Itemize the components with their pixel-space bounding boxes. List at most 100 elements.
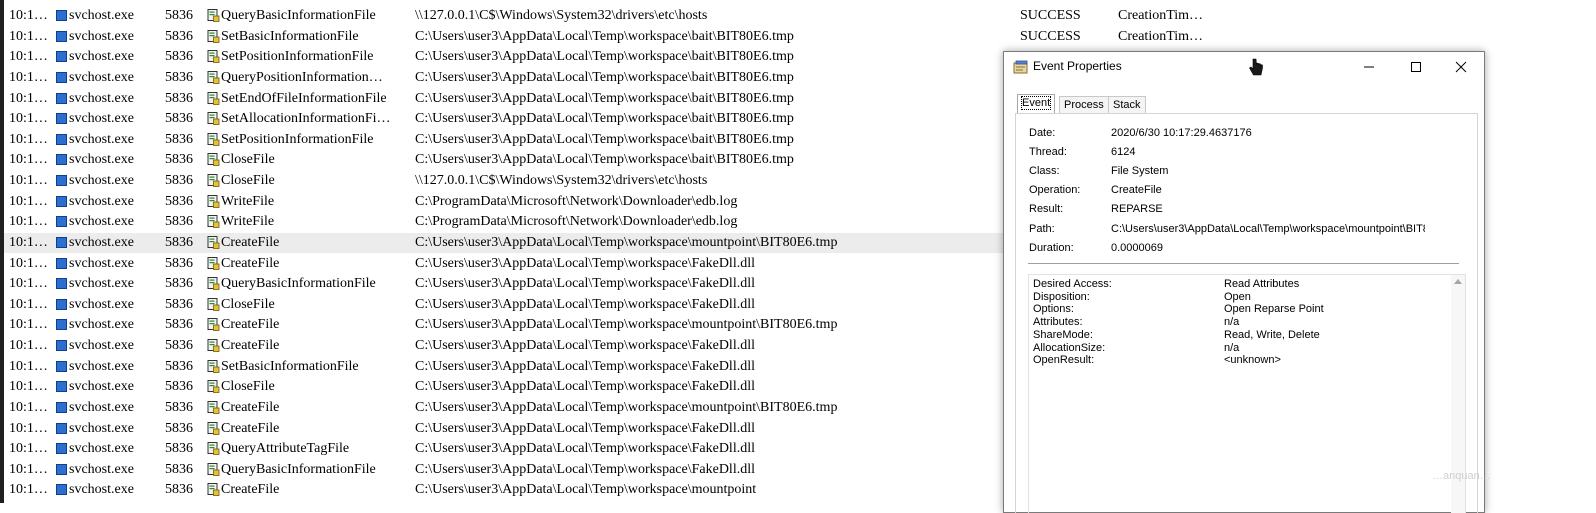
table-row[interactable]: 10:1… svchost.exe 5836 SetAllocationInforma… (4, 109, 1054, 129)
event-list[interactable]: 10:1… svchost.exe 5836 QueryBasicInformatio… (4, 0, 1203, 503)
time-cell: 10:1… (9, 482, 48, 498)
maximize-button[interactable] (1393, 52, 1439, 82)
watermark: …anquan… (1432, 470, 1491, 482)
table-row[interactable]: 10:1… svchost.exe 5836 CreateFile C:\Users\u… (4, 336, 1054, 356)
process-name-cell: svchost.exe (69, 399, 134, 415)
table-row[interactable]: 10:1… svchost.exe 5836 CreateFile C:\Users\u… (4, 315, 1054, 335)
pid-cell: 5836 (165, 90, 193, 106)
process-name-cell: svchost.exe (69, 90, 134, 106)
path-cell: C:\Users\user3\AppData\Local\Temp\worksp… (415, 420, 755, 436)
field-label: Operation: (1029, 184, 1081, 197)
tab-process[interactable]: Process (1059, 96, 1109, 113)
table-row[interactable]: 10:1… svchost.exe 5836 SetEndOfFileInformat… (4, 89, 1054, 109)
operation-cell: WriteFile (221, 214, 275, 230)
filesystem-operation-icon (207, 400, 220, 414)
table-row[interactable]: 10:1… svchost.exe 5836 CreateFile C:\Users\u… (4, 398, 1054, 418)
table-row[interactable]: 10:1… svchost.exe 5836 CreateFile C:\Users\u… (4, 254, 1054, 274)
filesystem-operation-icon (207, 153, 220, 167)
time-cell: 10:1… (9, 69, 48, 85)
process-name-cell: svchost.exe (69, 69, 134, 85)
field-label: Result: (1029, 203, 1064, 216)
table-row[interactable]: 10:1… svchost.exe 5836 QueryBasicInformatio… (4, 6, 1203, 26)
table-row[interactable]: 10:1… svchost.exe 5836 SetBasicInformationF… (4, 27, 1203, 47)
time-cell: 10:1… (9, 461, 48, 477)
detail-key: ShareMode: (1033, 328, 1093, 341)
field-value: 6124 (1111, 146, 1136, 159)
process-name-cell: svchost.exe (69, 296, 134, 312)
table-row[interactable]: 10:1… svchost.exe 5836 CloseFile C:\Users\us… (4, 150, 1054, 170)
operation-cell: WriteFile (221, 193, 275, 209)
pid-cell: 5836 (165, 482, 193, 498)
table-row[interactable]: 10:1… svchost.exe 5836 CloseFile C:\Users\us… (4, 377, 1054, 397)
tab-event-label: Event (1020, 96, 1052, 110)
pid-cell: 5836 (165, 111, 193, 127)
time-cell: 10:1… (9, 296, 48, 312)
filesystem-operation-icon (207, 421, 220, 435)
time-cell: 10:1… (9, 338, 48, 354)
operation-cell: CreateFile (221, 420, 280, 436)
table-row[interactable]: 10:1… svchost.exe 5836 QueryPositionInforma… (4, 68, 1054, 88)
path-cell: C:\Users\user3\AppData\Local\Temp\worksp… (415, 255, 755, 271)
table-row[interactable]: 10:1… svchost.exe 5836 CloseFile C:\Users\us… (4, 295, 1054, 315)
tab-stack[interactable]: Stack (1108, 96, 1146, 113)
tab-event[interactable]: Event (1017, 94, 1056, 113)
table-row[interactable]: 10:1… svchost.exe 5836 QueryAttributeTagFil… (4, 439, 1054, 459)
event-tab-panel: Date: 2020/6/30 10:17:29.4637176 Thread: 61… (1015, 113, 1478, 513)
path-cell: C:\Users\user3\AppData\Local\Temp\worksp… (415, 111, 794, 127)
time-cell: 10:1… (9, 193, 48, 209)
scroll-up-arrow-icon[interactable] (1454, 279, 1462, 284)
minimize-icon (1364, 66, 1374, 68)
table-row[interactable]: 10:1… svchost.exe 5836 QueryBasicInformatio… (4, 460, 1054, 480)
operation-cell: CreateFile (221, 317, 280, 333)
details-box[interactable]: Desired Access: Read Attributes Dispositio… (1028, 274, 1466, 513)
dialog-titlebar[interactable]: Event Properties (1004, 52, 1484, 82)
pid-cell: 5836 (165, 420, 193, 436)
table-row[interactable]: 10:1… svchost.exe 5836 SetBasicInformationF… (4, 357, 1054, 377)
detail-key: Desired Access: (1033, 278, 1112, 290)
operation-cell: QueryBasicInformationFile (221, 276, 376, 292)
table-row[interactable]: 10:1… svchost.exe 5836 CloseFile \\127.0.0.1… (4, 171, 1054, 191)
table-row[interactable]: 10:1… svchost.exe 5836 QueryBasicInformatio… (4, 274, 1054, 294)
table-row[interactable]: 10:1… svchost.exe 5836 SetPositionInformati… (4, 130, 1054, 150)
table-row[interactable]: 10:1… svchost.exe 5836 CreateFile C:\Users\u… (4, 419, 1054, 439)
operation-cell: CreateFile (221, 234, 280, 250)
tab-process-label: Process (1064, 99, 1104, 111)
maximize-icon (1411, 62, 1421, 72)
time-cell: 10:1… (9, 214, 48, 230)
process-icon (56, 71, 67, 83)
process-name-cell: svchost.exe (69, 49, 134, 65)
separator-highlight (1028, 264, 1459, 265)
filesystem-operation-icon (207, 215, 220, 229)
filesystem-operation-icon (207, 235, 220, 249)
pid-cell: 5836 (165, 8, 193, 23)
operation-cell: SetPositionInformationFile (221, 131, 374, 147)
filesystem-operation-icon (207, 483, 220, 497)
event-properties-dialog: Event Properties Event Process Stack Dat… (1003, 51, 1485, 513)
operation-cell: CreateFile (221, 399, 280, 415)
minimize-button[interactable] (1346, 52, 1392, 82)
operation-cell: SetAllocationInformationFi… (221, 111, 391, 127)
process-icon (56, 195, 67, 207)
detail-value: Read, Write, Delete (1224, 328, 1320, 341)
table-row[interactable]: 10:1… svchost.exe 5836 CreateFile C:\Users\u… (4, 232, 1054, 253)
time-cell: 10:1… (9, 420, 48, 436)
path-cell: C:\ProgramData\Microsoft\Network\Downloa… (415, 214, 738, 230)
time-cell: 10:1… (9, 276, 48, 292)
table-row[interactable]: 10:1… svchost.exe 5836 CreateFile C:\Users\u… (4, 480, 1054, 500)
close-button[interactable] (1438, 52, 1484, 82)
path-cell: C:\Users\user3\AppData\Local\Temp\worksp… (415, 49, 794, 65)
process-icon (56, 484, 67, 496)
pid-cell: 5836 (165, 69, 193, 85)
table-row[interactable]: 10:1… svchost.exe 5836 WriteFile C:\ProgramD… (4, 192, 1054, 212)
operation-cell: CloseFile (221, 296, 275, 312)
process-icon (56, 51, 67, 63)
pid-cell: 5836 (165, 193, 193, 209)
filesystem-operation-icon (207, 91, 220, 105)
table-row[interactable]: 10:1… svchost.exe 5836 WriteFile C:\ProgramD… (4, 212, 1054, 232)
process-name-cell: svchost.exe (69, 358, 134, 374)
table-row[interactable]: 10:1… svchost.exe 5836 SetPositionInformati… (4, 47, 1054, 67)
event-properties-icon (1013, 60, 1028, 74)
detail-cell: CreationTim… (1118, 28, 1204, 44)
process-icon (56, 443, 67, 455)
process-icon (56, 319, 67, 331)
